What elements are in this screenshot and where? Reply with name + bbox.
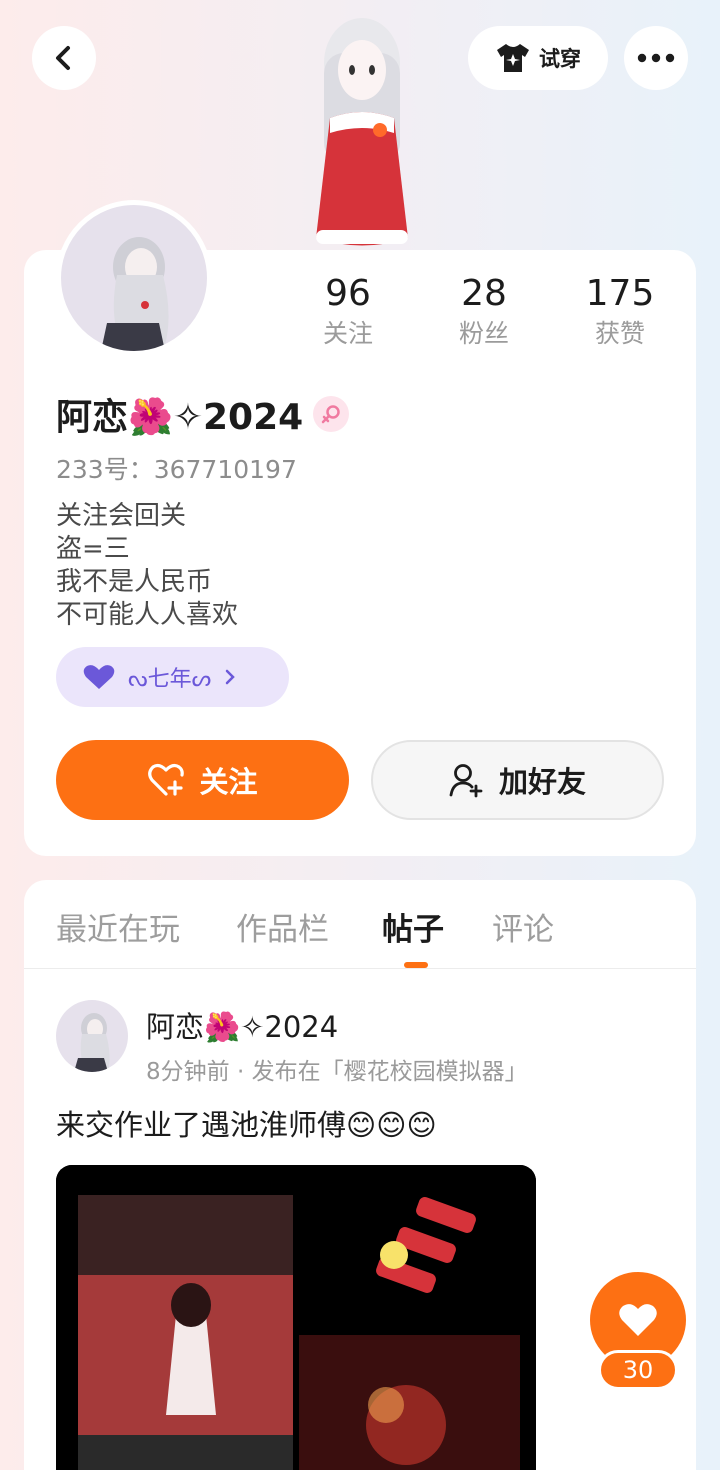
- post-image[interactable]: [56, 1165, 536, 1470]
- add-user-icon: [449, 764, 483, 798]
- add-friend-label: 加好友: [498, 765, 586, 799]
- post-meta: 8分钟前 · 发布在「樱花校园模拟器」: [146, 1059, 528, 1085]
- post-author-avatar[interactable]: [56, 1000, 128, 1072]
- female-icon: [313, 396, 350, 432]
- user-id: 233号：367710197: [56, 455, 297, 484]
- stat-likes-value: 175: [585, 273, 655, 314]
- guard-label: ᔓ七年ᔕ: [128, 667, 212, 692]
- stat-followers[interactable]: 28 粉丝: [429, 272, 539, 352]
- guard-badge[interactable]: ᔓ七年ᔕ: [56, 647, 289, 707]
- name-row: 阿恋🌺✧2024: [56, 388, 350, 440]
- stat-likes[interactable]: 175 获赞: [565, 272, 675, 352]
- tab-comments[interactable]: 评论: [492, 904, 554, 949]
- stat-following[interactable]: 96 关注: [293, 272, 403, 352]
- try-on-button[interactable]: 试穿: [468, 26, 608, 90]
- post-author-name[interactable]: 阿恋🌺✧2024: [146, 1004, 338, 1046]
- stat-followers-label: 粉丝: [458, 319, 509, 348]
- more-button[interactable]: [624, 26, 688, 90]
- tab-posts[interactable]: 帖子: [382, 904, 444, 949]
- follow-label: 关注: [199, 765, 258, 799]
- bio-line: 关注会回关: [56, 501, 187, 531]
- avatar-figure[interactable]: [282, 8, 442, 258]
- avatar[interactable]: [56, 200, 212, 356]
- shirt-icon: [497, 44, 529, 72]
- username: 阿恋🌺✧2024: [56, 397, 304, 438]
- heart-icon: [619, 1304, 657, 1336]
- stat-following-value: 96: [325, 273, 371, 314]
- follow-button[interactable]: 关注: [56, 740, 349, 820]
- try-on-label: 试穿: [539, 47, 581, 71]
- heart-icon: [83, 665, 115, 689]
- tab-works[interactable]: 作品栏: [236, 904, 329, 949]
- divider: [24, 968, 696, 969]
- post-text: 来交作业了遇池淮师傅😊😊😊: [56, 1108, 437, 1142]
- stat-likes-label: 获赞: [594, 319, 645, 348]
- stat-followers-value: 28: [461, 273, 507, 314]
- bio: 关注会回关 盗=三 我不是人民币 不可能人人喜欢: [56, 500, 238, 632]
- bio-line: 盗=三: [56, 534, 130, 564]
- stat-following-label: 关注: [322, 319, 373, 348]
- chevron-left-icon: [56, 46, 70, 70]
- tab-recently-played[interactable]: 最近在玩: [56, 904, 180, 949]
- like-count: 30: [598, 1350, 678, 1390]
- more-dots-icon: [637, 53, 675, 63]
- bio-line: 我不是人民币: [56, 567, 213, 597]
- bio-line: 不可能人人喜欢: [56, 600, 239, 630]
- back-button[interactable]: [32, 26, 96, 90]
- add-friend-button[interactable]: 加好友: [371, 740, 664, 820]
- heart-plus-icon: [148, 763, 185, 796]
- chevron-right-icon: [225, 669, 236, 685]
